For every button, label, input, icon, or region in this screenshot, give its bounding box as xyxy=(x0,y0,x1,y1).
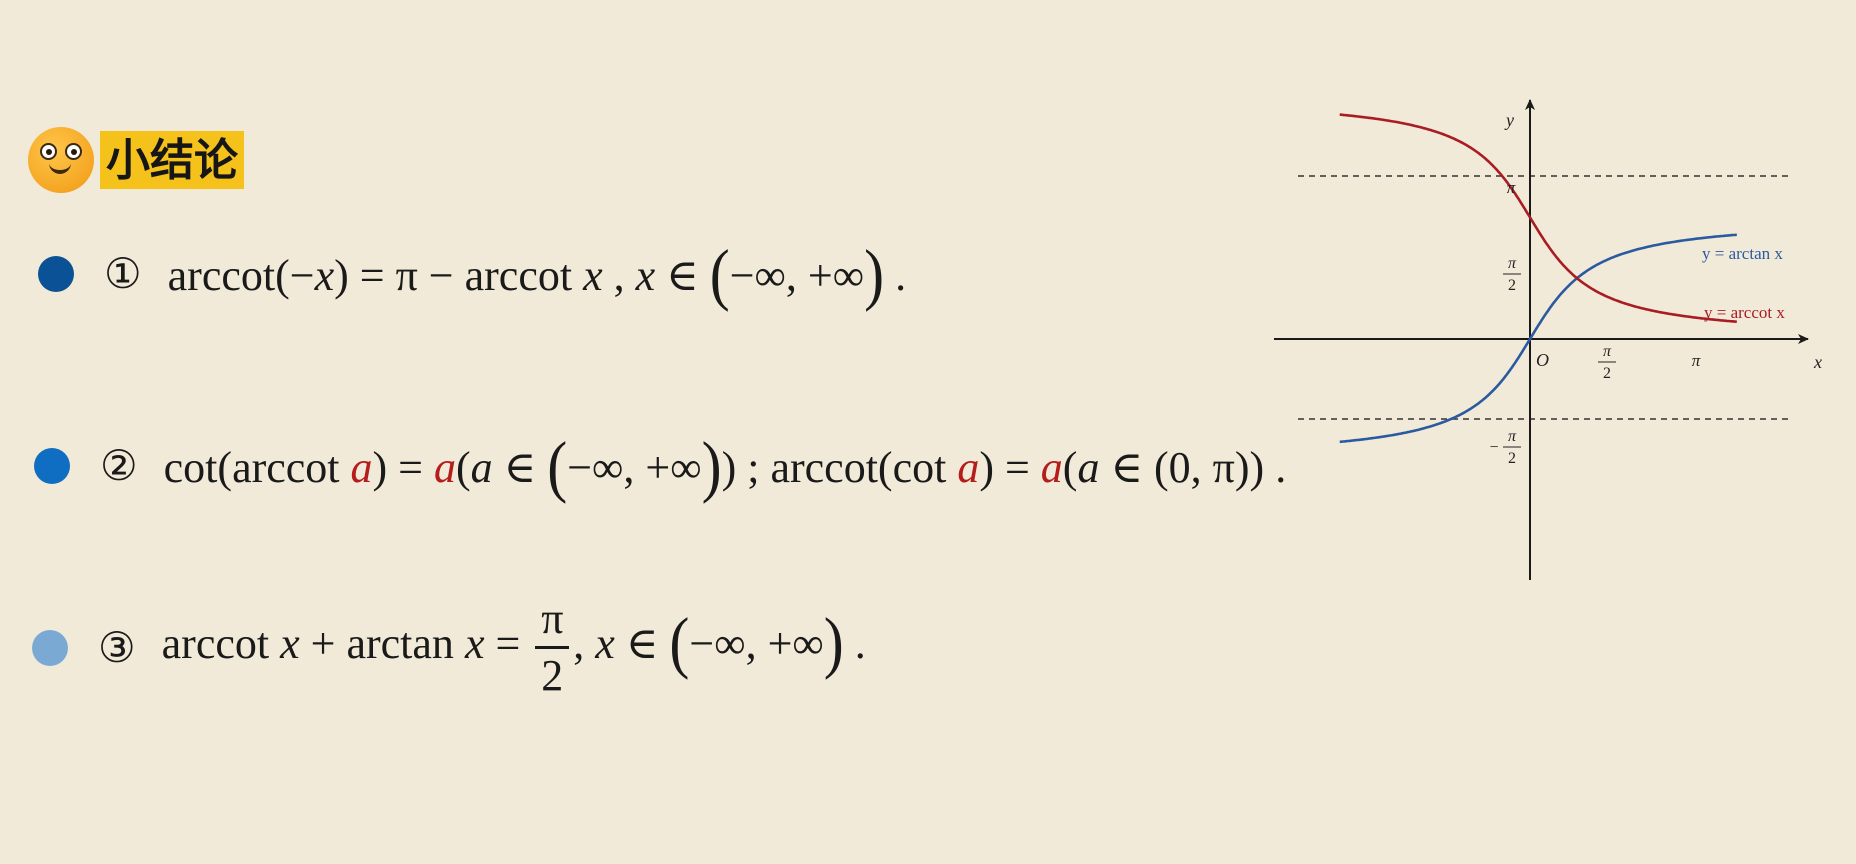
formula-1: arccot(−x) = π − arccot x , x ∈ (−∞, +∞)… xyxy=(167,236,907,312)
bullet-dot-3 xyxy=(32,629,68,666)
function-graph: y x O π 2 π π π 2 − π 2 y = arctan x y =… xyxy=(1274,99,1822,580)
tick-y-pi: π xyxy=(1507,178,1516,197)
tick-x-pi-half-den: 2 xyxy=(1603,365,1611,382)
fraction-pi-over-2: π2 xyxy=(535,595,570,699)
conclusion-3: ③ arccot x + arctan x = π2, x ∈ (−∞, +∞)… xyxy=(32,594,866,701)
tick-y-neg-sign: − xyxy=(1489,439,1498,456)
tick-y-neg-num: π xyxy=(1508,428,1517,445)
arctan-curve xyxy=(1339,233,1737,444)
marker-3: ③ xyxy=(98,622,136,672)
smiley-face-icon xyxy=(28,127,94,193)
marker-1: ① xyxy=(104,249,142,298)
section-heading: 小结论 xyxy=(28,126,244,194)
tick-x-pi-half-num: π xyxy=(1603,343,1612,360)
arccot-curve xyxy=(1339,113,1737,323)
conclusion-2: ② cot(arccot a) = a(a ∈ (−∞, +∞)) ; arcc… xyxy=(34,428,1287,504)
arctan-label: y = arctan x xyxy=(1702,244,1783,263)
origin-label: O xyxy=(1536,350,1549,370)
conclusion-1: ① arccot(−x) = π − arccot x , x ∈ (−∞, +… xyxy=(38,236,907,312)
bullet-dot-1 xyxy=(38,256,74,292)
section-title: 小结论 xyxy=(100,131,244,189)
formula-2: cot(arccot a) = a(a ∈ (−∞, +∞)) ; arccot… xyxy=(163,428,1287,504)
tick-x-pi: π xyxy=(1692,351,1701,370)
arccot-label: y = arccot x xyxy=(1704,303,1785,322)
bullet-dot-2 xyxy=(34,448,70,484)
tick-y-pi-half-num: π xyxy=(1508,255,1517,272)
x-axis-label: x xyxy=(1813,352,1822,372)
tick-y-neg-den: 2 xyxy=(1508,450,1516,467)
formula-3: arccot x + arctan x = π2, x ∈ (−∞, +∞) . xyxy=(161,594,866,701)
marker-2: ② xyxy=(100,441,138,490)
y-axis-label: y xyxy=(1504,110,1514,130)
tick-y-pi-half-den: 2 xyxy=(1508,277,1516,294)
